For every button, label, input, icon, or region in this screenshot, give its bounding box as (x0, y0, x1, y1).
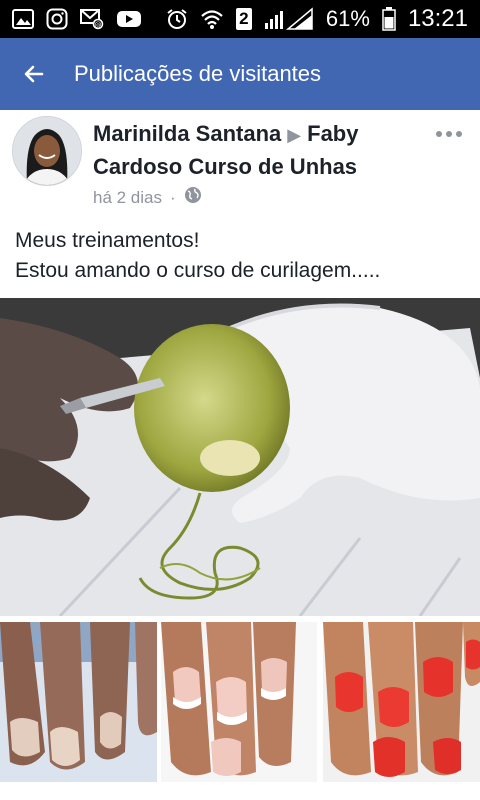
post-header: Marinilda Santana ▶ Faby Cardoso Curso de … (0, 110, 480, 220)
globe-icon (184, 186, 202, 209)
nails-white-tips-photo[interactable] (161, 622, 318, 782)
email-icon: @ (80, 8, 104, 30)
battery-icon (382, 7, 396, 31)
sim-indicator: 2 (235, 8, 252, 30)
dot (456, 131, 462, 137)
instagram-icon (46, 8, 68, 30)
lime-peeling-photo[interactable] (0, 298, 480, 616)
post-text: Meus treinamentos! Estou amando o curso … (15, 226, 470, 286)
wifi-icon (200, 8, 224, 30)
author-name[interactable]: Marinilda Santana (93, 121, 281, 146)
photo-grid (0, 622, 480, 782)
more-options-button[interactable] (436, 128, 466, 140)
post-text-line: Estou amando o curso de curilagem..... (15, 259, 381, 282)
post-meta: há 2 dias · (93, 186, 202, 209)
system-icons: 2 61% 13:21 (166, 5, 468, 33)
back-button[interactable] (0, 38, 68, 110)
signal-icon (264, 7, 314, 31)
status-bar: @ 2 61% 13:21 (0, 0, 480, 38)
author-avatar[interactable] (12, 116, 82, 186)
dot (436, 131, 442, 137)
nails-before-photo[interactable] (0, 622, 157, 782)
arrow-right-icon: ▶ (287, 125, 302, 145)
nails-red-polish-photo[interactable] (322, 622, 480, 782)
notification-icons: @ (12, 8, 142, 30)
post-text-line: Meus treinamentos! (15, 229, 200, 252)
battery-percent: 61% (325, 6, 370, 31)
post-author-line: Marinilda Santana ▶ Faby Cardoso Curso de … (93, 118, 423, 183)
alarm-icon (166, 8, 188, 30)
post-time[interactable]: há 2 dias (93, 188, 162, 208)
meta-separator: · (170, 187, 176, 207)
image-icon (12, 9, 34, 29)
dot (446, 131, 452, 137)
svg-text:@: @ (95, 21, 102, 29)
page-title: Publicações de visitantes (74, 61, 322, 86)
arrow-left-icon (24, 65, 44, 83)
app-header: Publicações de visitantes (0, 38, 480, 110)
clock: 13:21 (407, 5, 468, 32)
youtube-icon (116, 9, 142, 29)
